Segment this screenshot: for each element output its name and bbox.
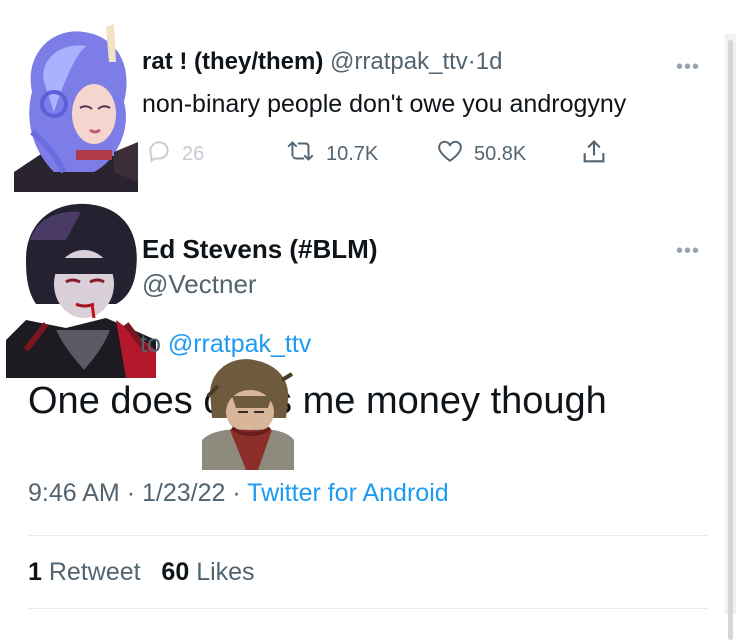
replying-to-line: to @rratpak_ttv: [140, 330, 311, 359]
replying-to-prefix: to: [140, 330, 161, 358]
tweet1-handle[interactable]: @rratpak_ttv: [330, 48, 468, 75]
like-label: Likes: [196, 558, 255, 586]
divider-bottom: [28, 608, 708, 609]
replying-to-handle[interactable]: @rratpak_ttv: [168, 330, 311, 358]
like-action[interactable]: 50.8K: [436, 138, 526, 170]
reply-count: 26: [182, 142, 205, 165]
reply-action[interactable]: 26: [146, 138, 204, 170]
top-cut-off-edge: [0, 0, 736, 8]
retweets-stat[interactable]: 1 Retweet: [28, 558, 141, 586]
tweet1-text: non-binary people don't owe you androgyn…: [142, 90, 627, 118]
tweet2-stats: 1 Retweet 60 Likes: [28, 558, 255, 587]
tweet1-action-bar: 26 10.7K 50.8K: [140, 138, 620, 170]
tweet2-source[interactable]: Twitter for Android: [247, 479, 448, 507]
share-icon: [580, 138, 618, 172]
tweet2-time[interactable]: 9:46 AM: [28, 479, 120, 507]
tweet2-date[interactable]: 1/23/22: [142, 479, 225, 507]
likes-stat[interactable]: 60 Likes: [161, 558, 254, 586]
retweet-label: Retweet: [48, 558, 141, 586]
tweet1-time[interactable]: 1d: [476, 48, 503, 75]
divider-top: [28, 535, 708, 536]
retweet-icon: [286, 138, 326, 170]
tweet2-display-name[interactable]: Ed Stevens (#BLM): [142, 234, 378, 265]
tweet2-text: One does owes me money though: [28, 380, 607, 422]
reply-icon: [146, 138, 182, 170]
tweet2-meta: 9:46 AM · 1/23/22 · Twitter for Android: [28, 479, 449, 508]
tweet1-display-name[interactable]: rat ! (they/them): [142, 48, 323, 75]
avatar-ed-stevens[interactable]: [6, 200, 156, 378]
sticker-character: [202, 356, 294, 470]
scrollbar-thumb[interactable]: [728, 40, 733, 640]
tweet2-handle[interactable]: @Vectner: [142, 269, 257, 300]
scrollbar[interactable]: [725, 34, 736, 640]
meta-separator-1: ·: [126, 479, 136, 507]
retweet-count-total: 1: [28, 558, 42, 586]
like-icon: [436, 138, 474, 170]
tweet1-separator: ·: [467, 48, 476, 75]
share-action[interactable]: [580, 138, 618, 172]
meta-separator-2: ·: [232, 479, 241, 507]
like-count: 50.8K: [474, 142, 527, 165]
tweet1-more-icon[interactable]: •••: [676, 57, 700, 77]
avatar-rat[interactable]: [14, 22, 138, 192]
retweet-action[interactable]: 10.7K: [286, 138, 378, 170]
retweet-count: 10.7K: [326, 142, 379, 165]
tweet2-more-icon[interactable]: •••: [676, 241, 700, 261]
tweet1-header: rat ! (they/them) @rratpak_ttv·1d: [142, 48, 502, 76]
like-count-total: 60: [161, 558, 190, 586]
